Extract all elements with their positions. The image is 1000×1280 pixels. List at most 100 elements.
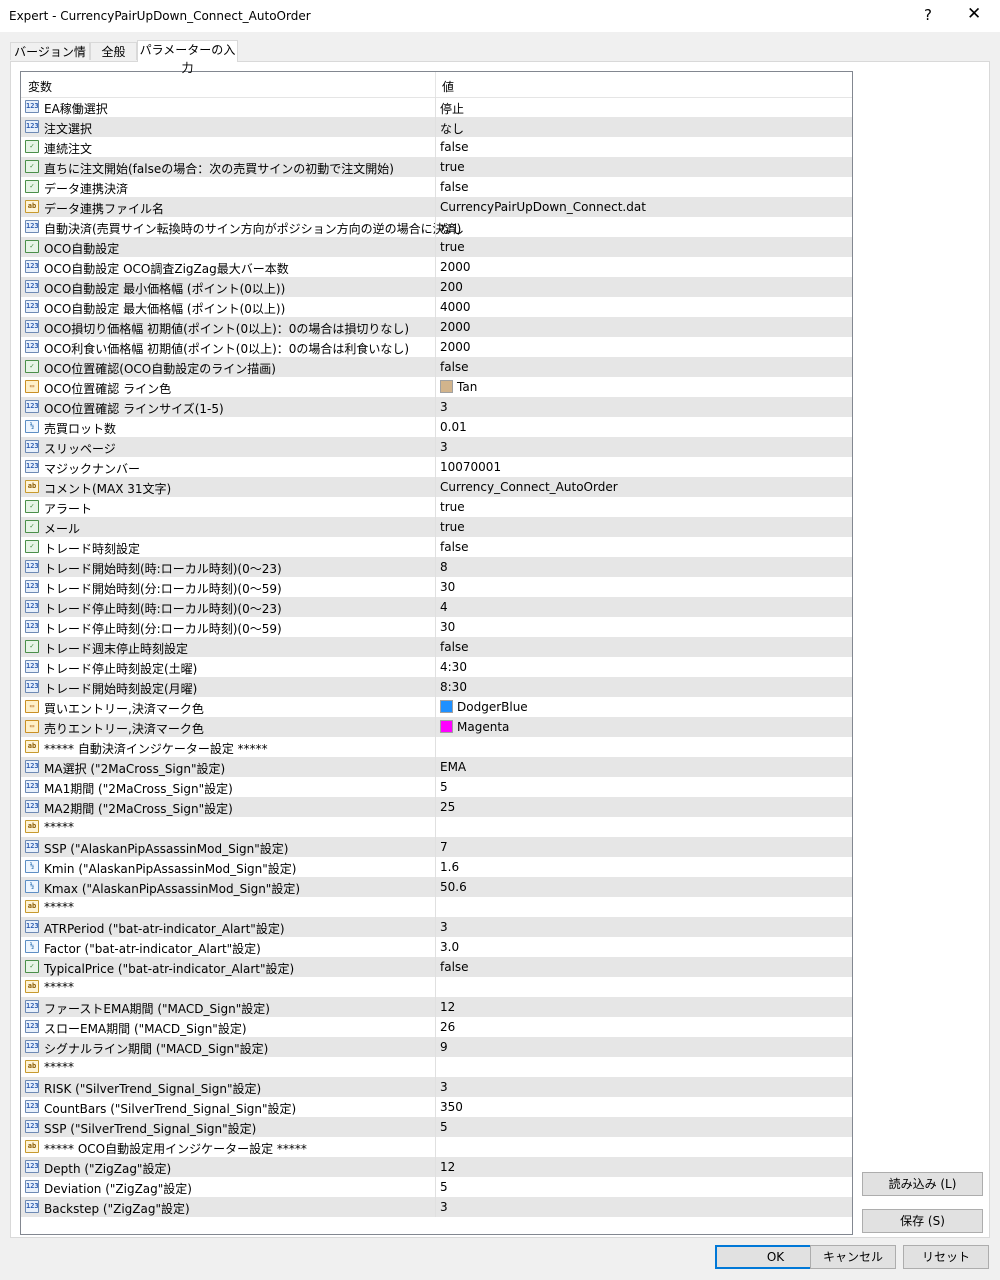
parameter-row[interactable]: 123 OCO位置確認 ラインサイズ(1-5) 3 <box>21 397 852 417</box>
parameter-row[interactable]: ▭ OCO位置確認 ライン色 Tan <box>21 377 852 397</box>
parameter-row[interactable]: ab ***** <box>21 817 852 837</box>
parameter-row[interactable]: ✓ 直ちに注文開始(falseの場合：次の売買サインの初動で注文開始) true <box>21 157 852 177</box>
parameter-value[interactable]: 3 <box>440 1080 448 1094</box>
parameter-row[interactable]: ½ 売買ロット数 0.01 <box>21 417 852 437</box>
parameter-row[interactable]: ✓ 連続注文 false <box>21 137 852 157</box>
parameter-row[interactable]: 123 EA稼働選択 停止 <box>21 97 852 117</box>
parameter-row[interactable]: 123 Backstep ("ZigZag"設定) 3 <box>21 1197 852 1217</box>
parameter-value[interactable]: Magenta <box>457 720 509 734</box>
parameter-value[interactable]: 3 <box>440 920 448 934</box>
parameter-value[interactable]: 30 <box>440 580 455 594</box>
close-icon[interactable]: ✕ <box>967 4 981 24</box>
parameter-value[interactable]: 5 <box>440 780 448 794</box>
tab-general[interactable]: 全般 <box>90 42 137 60</box>
parameter-row[interactable]: 123 トレード停止時刻(時:ローカル時刻)(0〜23) 4 <box>21 597 852 617</box>
parameter-value[interactable]: 2000 <box>440 260 471 274</box>
parameter-value[interactable]: false <box>440 960 469 974</box>
parameter-value[interactable]: Tan <box>457 380 477 394</box>
parameter-value[interactable]: 5 <box>440 1120 448 1134</box>
parameter-value[interactable]: 4:30 <box>440 660 467 674</box>
parameter-value[interactable]: 8:30 <box>440 680 467 694</box>
parameter-value[interactable]: 4000 <box>440 300 471 314</box>
parameter-value[interactable]: false <box>440 360 469 374</box>
parameter-row[interactable]: ✓ アラート true <box>21 497 852 517</box>
parameter-row[interactable]: ab ***** <box>21 977 852 997</box>
parameter-value[interactable]: 10070001 <box>440 460 501 474</box>
parameter-value[interactable]: 26 <box>440 1020 455 1034</box>
parameter-row[interactable]: 123 トレード開始時刻(時:ローカル時刻)(0〜23) 8 <box>21 557 852 577</box>
parameter-value[interactable]: true <box>440 240 465 254</box>
parameter-row[interactable]: 123 スローEMA期間 ("MACD_Sign"設定) 26 <box>21 1017 852 1037</box>
parameter-row[interactable]: 123 マジックナンバー 10070001 <box>21 457 852 477</box>
parameter-row[interactable]: 123 MA選択 ("2MaCross_Sign"設定) EMA <box>21 757 852 777</box>
tab-version-info[interactable]: バージョン情報 <box>10 42 90 77</box>
parameter-value[interactable]: false <box>440 180 469 194</box>
parameter-value[interactable]: 8 <box>440 560 448 574</box>
parameter-row[interactable]: ½ Kmax ("AlaskanPipAssassinMod_Sign"設定) 50… <box>21 877 852 897</box>
cancel-button[interactable]: キャンセル <box>810 1245 896 1269</box>
parameter-row[interactable]: ✓ トレード週末停止時刻設定 false <box>21 637 852 657</box>
reset-button[interactable]: リセット <box>903 1245 989 1269</box>
parameter-value[interactable]: 1.6 <box>440 860 459 874</box>
parameter-row[interactable]: 123 MA1期間 ("2MaCross_Sign"設定) 5 <box>21 777 852 797</box>
parameter-value[interactable]: 3 <box>440 400 448 414</box>
parameter-row[interactable]: ▭ 買いエントリー,決済マーク色 DodgerBlue <box>21 697 852 717</box>
parameter-value[interactable]: 5 <box>440 1180 448 1194</box>
parameter-value[interactable]: 3.0 <box>440 940 459 954</box>
parameter-value[interactable]: true <box>440 500 465 514</box>
load-button[interactable]: 読み込み (L) <box>862 1172 983 1196</box>
parameter-value[interactable]: 7 <box>440 840 448 854</box>
parameter-value[interactable]: 0.01 <box>440 420 467 434</box>
parameter-value[interactable]: false <box>440 640 469 654</box>
column-header-variable[interactable]: 変数 <box>28 78 52 95</box>
parameter-row[interactable]: 123 トレード開始時刻(分:ローカル時刻)(0〜59) 30 <box>21 577 852 597</box>
parameter-row[interactable]: 123 シグナルライン期間 ("MACD_Sign"設定) 9 <box>21 1037 852 1057</box>
parameter-row[interactable]: 123 ATRPeriod ("bat-atr-indicator_Alart"設… <box>21 917 852 937</box>
parameter-row[interactable]: 123 OCO利食い価格幅 初期値(ポイント(0以上)：0の場合は利食いなし) 20… <box>21 337 852 357</box>
parameter-value[interactable]: 2000 <box>440 340 471 354</box>
parameter-value[interactable]: 30 <box>440 620 455 634</box>
parameter-value[interactable]: なし <box>440 120 464 137</box>
parameter-value[interactable]: 350 <box>440 1100 463 1114</box>
parameter-value[interactable]: 3 <box>440 1200 448 1214</box>
parameter-value[interactable]: Currency_Connect_AutoOrder <box>440 480 618 494</box>
parameter-row[interactable]: 123 Depth ("ZigZag"設定) 12 <box>21 1157 852 1177</box>
save-button[interactable]: 保存 (S) <box>862 1209 983 1233</box>
parameter-value[interactable]: 3 <box>440 440 448 454</box>
parameter-row[interactable]: ▭ 売りエントリー,決済マーク色 Magenta <box>21 717 852 737</box>
parameter-row[interactable]: 123 OCO自動設定 最大価格幅 (ポイント(0以上)) 4000 <box>21 297 852 317</box>
parameter-row[interactable]: 123 RISK ("SilverTrend_Signal_Sign"設定) 3 <box>21 1077 852 1097</box>
help-icon[interactable]: ? <box>924 6 932 24</box>
parameter-row[interactable]: ab ***** OCO自動設定用インジケーター設定 ***** <box>21 1137 852 1157</box>
parameter-value[interactable]: DodgerBlue <box>457 700 528 714</box>
parameter-row[interactable]: 123 注文選択 なし <box>21 117 852 137</box>
parameter-row[interactable]: ✓ データ連携決済 false <box>21 177 852 197</box>
parameter-row[interactable]: ab ***** 自動決済インジケーター設定 ***** <box>21 737 852 757</box>
parameter-row[interactable]: 123 OCO損切り価格幅 初期値(ポイント(0以上)：0の場合は損切りなし) 20… <box>21 317 852 337</box>
parameter-value[interactable]: true <box>440 160 465 174</box>
parameter-value[interactable]: false <box>440 140 469 154</box>
parameter-row[interactable]: ✓ OCO位置確認(OCO自動設定のライン描画) false <box>21 357 852 377</box>
parameter-value[interactable]: 200 <box>440 280 463 294</box>
parameter-value[interactable]: 4 <box>440 600 448 614</box>
parameter-row[interactable]: 123 Deviation ("ZigZag"設定) 5 <box>21 1177 852 1197</box>
parameter-value[interactable]: 2000 <box>440 320 471 334</box>
parameter-value[interactable]: 25 <box>440 800 455 814</box>
parameter-row[interactable]: 123 自動決済(売買サイン転換時のサイン方向がポジション方向の逆の場合に決済) な… <box>21 217 852 237</box>
parameter-value[interactable]: 停止 <box>440 100 464 117</box>
parameter-row[interactable]: ab データ連携ファイル名 CurrencyPairUpDown_Connect.d… <box>21 197 852 217</box>
parameter-row[interactable]: 123 トレード開始時刻設定(月曜) 8:30 <box>21 677 852 697</box>
parameter-value[interactable]: false <box>440 540 469 554</box>
parameter-value[interactable]: EMA <box>440 760 466 774</box>
tab-parameters[interactable]: パラメーターの入力 <box>137 40 238 75</box>
column-header-value[interactable]: 値 <box>442 78 454 95</box>
parameter-row[interactable]: 123 CountBars ("SilverTrend_Signal_Sign"設… <box>21 1097 852 1117</box>
parameter-value[interactable]: 9 <box>440 1040 448 1054</box>
parameter-row[interactable]: 123 OCO自動設定 OCO調査ZigZag最大バー本数 2000 <box>21 257 852 277</box>
parameter-value[interactable]: なし <box>440 220 464 237</box>
parameter-row[interactable]: 123 OCO自動設定 最小価格幅 (ポイント(0以上)) 200 <box>21 277 852 297</box>
parameter-row[interactable]: ½ Kmin ("AlaskanPipAssassinMod_Sign"設定) 1.… <box>21 857 852 877</box>
parameter-grid[interactable]: 変数 値 123 EA稼働選択 停止 123 注文選択 なし ✓ 連続注文 false ✓ 直ちに注… <box>20 71 853 1235</box>
parameter-row[interactable]: ab コメント(MAX 31文字) Currency_Connect_AutoOrd… <box>21 477 852 497</box>
parameter-row[interactable]: 123 SSP ("AlaskanPipAssassinMod_Sign"設定) 7 <box>21 837 852 857</box>
